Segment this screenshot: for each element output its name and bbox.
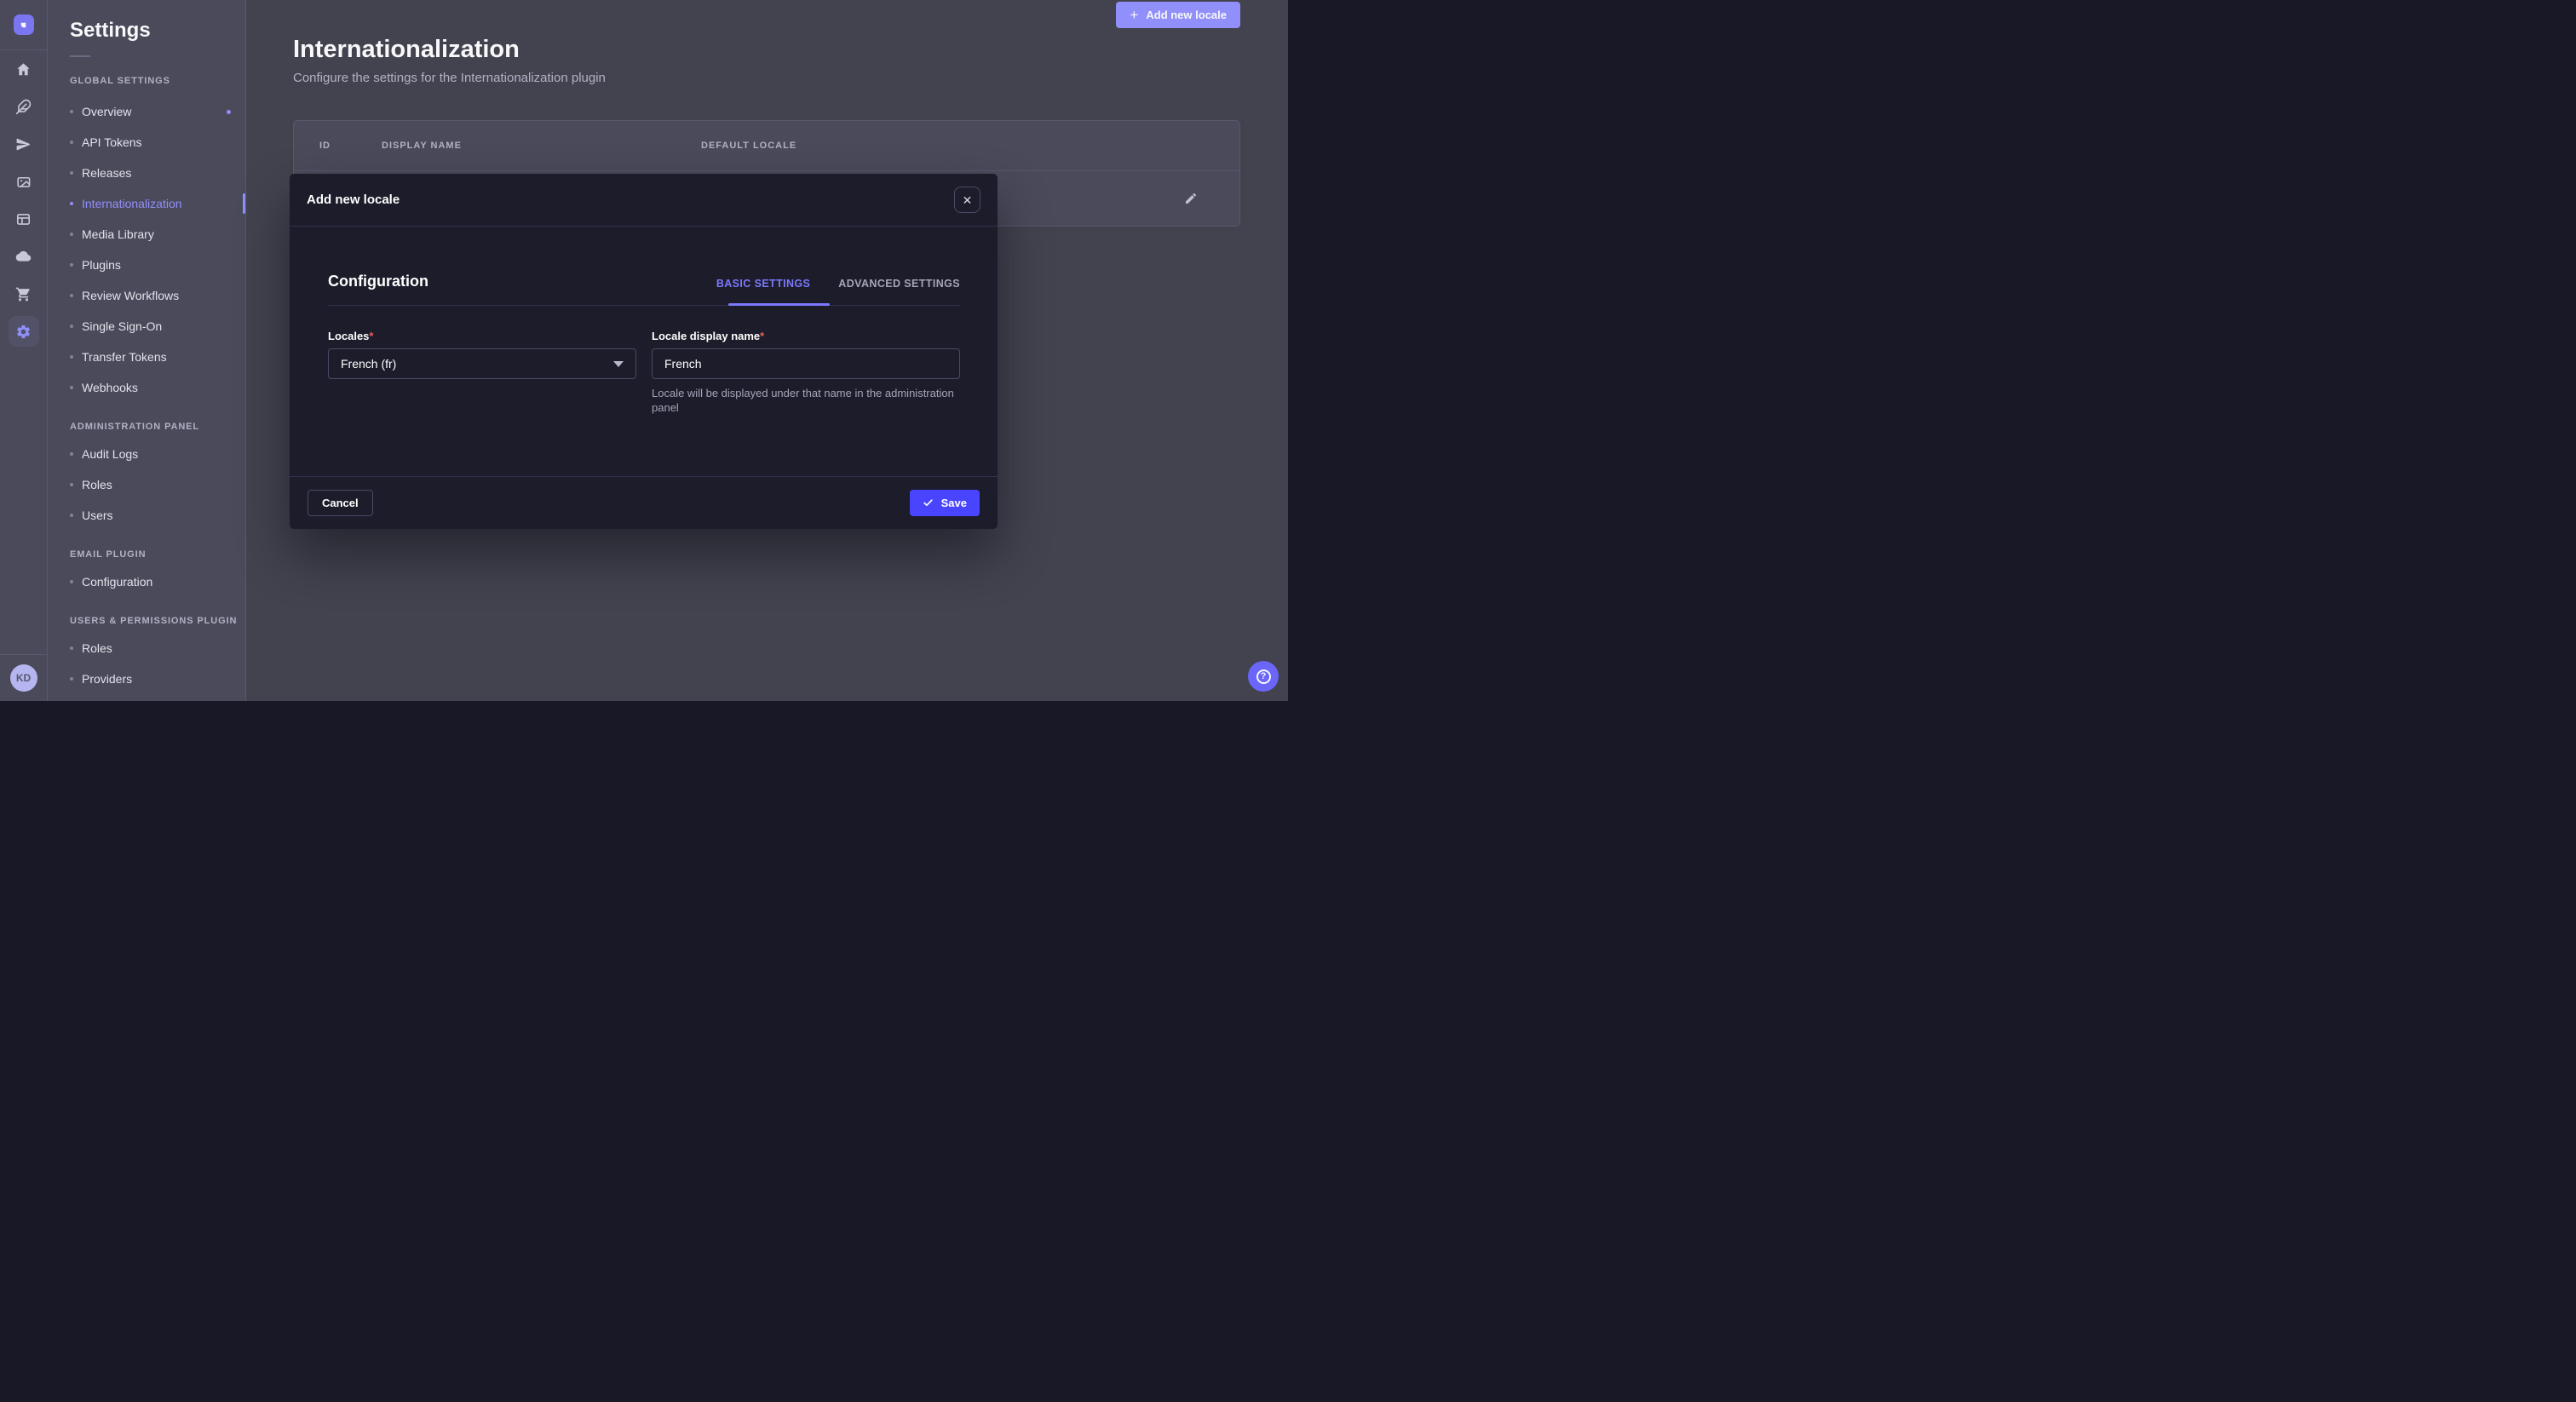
locales-field-label: Locales* — [328, 330, 373, 342]
modal-title: Add new locale — [307, 192, 400, 207]
tab-basic-settings[interactable]: BASIC SETTINGS — [716, 278, 810, 290]
save-button[interactable]: Save — [910, 490, 980, 516]
configuration-section-title: Configuration — [328, 273, 428, 290]
modal-body: Configuration BASIC SETTINGS ADVANCED SE… — [290, 227, 998, 476]
add-new-locale-modal: Add new locale ✕ Configuration BASIC SET… — [290, 174, 998, 529]
locales-select[interactable]: French (fr) — [328, 348, 636, 379]
close-modal-button[interactable]: ✕ — [954, 187, 980, 213]
locale-display-name-input[interactable] — [652, 348, 960, 379]
cancel-button[interactable]: Cancel — [308, 490, 373, 516]
tab-advanced-settings[interactable]: ADVANCED SETTINGS — [838, 278, 960, 290]
locales-select-value: French (fr) — [341, 357, 396, 371]
settings-tabs: BASIC SETTINGS ADVANCED SETTINGS — [716, 278, 960, 290]
modal-footer: Cancel Save — [290, 476, 998, 529]
display-name-helper-text: Locale will be displayed under that name… — [652, 386, 969, 415]
display-name-field-label: Locale display name* — [652, 330, 764, 342]
close-icon: ✕ — [963, 194, 973, 206]
required-asterisk: * — [369, 330, 373, 342]
required-asterisk: * — [760, 330, 764, 342]
check-icon — [923, 497, 934, 509]
modal-header: Add new locale ✕ — [290, 174, 998, 227]
tabs-divider — [328, 305, 960, 306]
active-tab-underline — [728, 303, 830, 306]
chevron-down-icon — [613, 361, 624, 367]
